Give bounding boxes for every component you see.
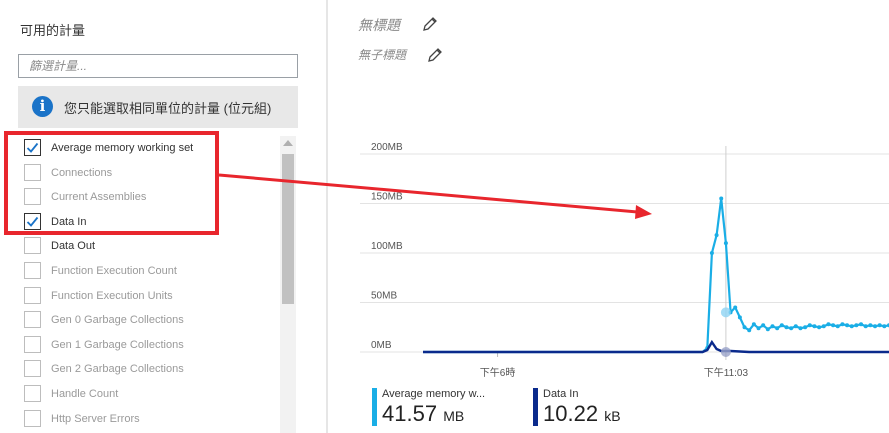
legend-item[interactable]: Average memory w... 41.57 MB xyxy=(372,388,522,428)
legend-color-swatch xyxy=(372,388,377,426)
legend-color-swatch xyxy=(533,388,538,426)
legend-item[interactable]: Data In 10.22 kB xyxy=(533,388,683,428)
legend-series-value: 10.22 kB xyxy=(543,401,621,426)
legend-series-value: 41.57 MB xyxy=(382,401,465,426)
legend-series-name: Data In xyxy=(543,388,579,400)
annotation-arrow xyxy=(218,173,652,219)
legend-series-name: Average memory w... xyxy=(382,388,486,400)
